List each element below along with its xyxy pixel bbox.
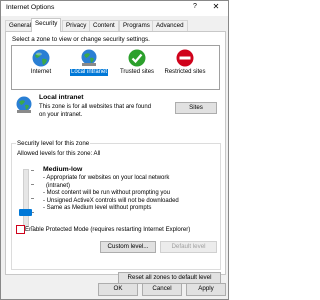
level-desc-line: (intranet) [46, 182, 71, 189]
security-level-group-label: Security level for this zone [16, 140, 91, 147]
tab-content[interactable]: Content [89, 20, 119, 31]
zone-label: Internet [30, 69, 52, 75]
protected-mode-checkbox[interactable] [16, 225, 25, 234]
local-intranet-icon [81, 49, 97, 66]
zone-internet[interactable]: Internet [18, 48, 64, 76]
local-intranet-icon [16, 96, 32, 113]
level-desc-line: - Same as Medium level without prompts [43, 205, 152, 212]
level-desc-line: - Unsigned ActiveX controls will not be … [43, 197, 179, 204]
trusted-sites-icon [128, 49, 146, 67]
level-desc-line: - Most content will be run without promp… [43, 190, 171, 197]
allowed-levels-text: Allowed levels for this zone: All [17, 150, 101, 157]
tab-bar: General Security Privacy Content Program… [5, 18, 227, 32]
level-description: - Appropriate for websites on your local… [43, 175, 219, 213]
restricted-sites-icon [176, 49, 194, 67]
zone-label: Local intranet [69, 69, 109, 76]
security-panel: Select a zone to view or change security… [5, 31, 226, 284]
zone-label: Trusted sites [119, 69, 155, 75]
tab-programs[interactable]: Programs [119, 20, 154, 31]
default-level-button[interactable]: Default level [160, 241, 217, 253]
title-bar: Internet Options ? ✕ [1, 1, 228, 16]
slider-tick [31, 198, 34, 199]
custom-level-button[interactable]: Custom level... [100, 241, 156, 253]
internet-options-window: Internet Options ? ✕ General Security Pr… [0, 0, 229, 300]
close-button[interactable]: ✕ [208, 2, 224, 14]
zone-label: Restricted sites [164, 69, 206, 75]
slider-thumb[interactable] [19, 209, 32, 216]
globe-icon [32, 49, 50, 67]
zone-detail-title: Local intranet [39, 94, 84, 101]
security-level-group: Security level for this zone Allowed lev… [11, 140, 221, 270]
zone-prompt: Select a zone to view or change security… [12, 36, 150, 43]
zone-trusted-sites[interactable]: Trusted sites [114, 48, 160, 76]
apply-button[interactable]: Apply [186, 283, 226, 296]
level-title: Medium-low [43, 166, 83, 173]
security-level-slider[interactable] [23, 169, 29, 227]
zones-list: Internet Local intranet Trusted sites Re… [11, 45, 220, 90]
protected-mode-label: Enable Protected Mode (requires restarti… [25, 226, 191, 233]
tab-advanced[interactable]: Advanced [152, 20, 188, 31]
ok-button[interactable]: OK [98, 283, 138, 296]
tab-security[interactable]: Security [31, 18, 62, 32]
tab-privacy[interactable]: Privacy [62, 20, 91, 31]
slider-tick [31, 184, 34, 185]
slider-tick [31, 170, 34, 171]
sites-button[interactable]: Sites [175, 102, 217, 114]
zone-restricted-sites[interactable]: Restricted sites [162, 48, 208, 76]
help-button[interactable]: ? [189, 3, 201, 14]
zone-detail-description: This zone is for all websites that are f… [39, 104, 152, 118]
cancel-button[interactable]: Cancel [142, 283, 182, 296]
level-desc-line: - Appropriate for websites on your local… [43, 175, 170, 181]
window-title: Internet Options [6, 4, 55, 11]
zone-local-intranet[interactable]: Local intranet [66, 48, 112, 76]
